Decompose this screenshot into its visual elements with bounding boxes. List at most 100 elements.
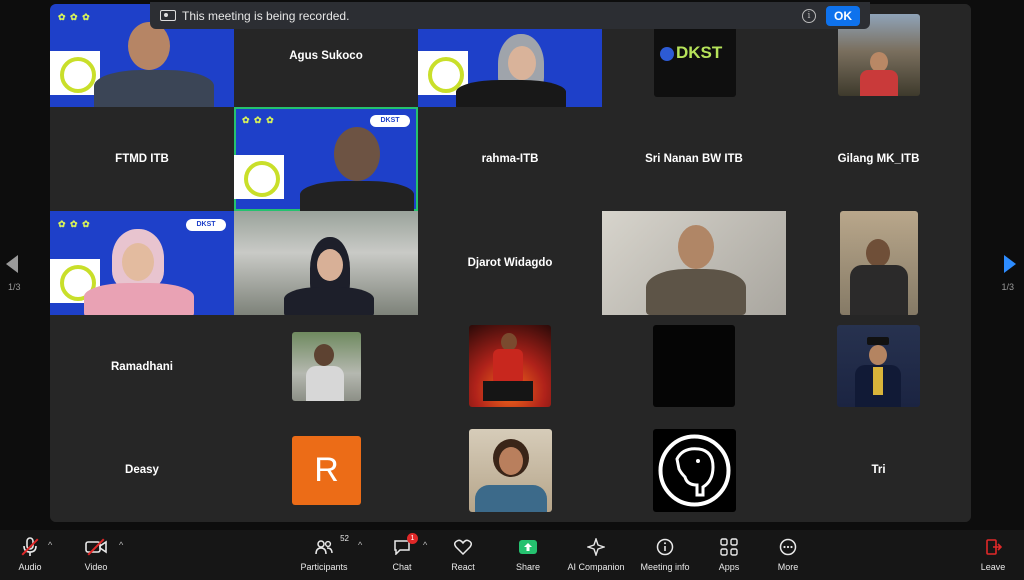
participant-tile-19[interactable] [602,315,786,418]
recording-banner: This meeting is being recorded. i OK [150,2,870,29]
audio-label: Audio [18,562,42,572]
react-button[interactable]: React [433,536,493,572]
page-indicator-right: 1/3 [1001,282,1014,292]
ring-logo-icon [234,155,284,199]
video-button[interactable]: Video [66,536,126,572]
react-label: React [451,562,475,572]
apps-icon [720,536,738,558]
video-options-caret-icon[interactable]: ^ [119,540,123,550]
more-label: More [777,562,799,572]
zoom-meeting-window: ✿ ✿ ✿ Agus Sukoco DKST FTMD ITB ✿ ✿ ✿ DK… [0,0,1024,580]
blank-avatar [653,325,735,407]
meeting-toolbar: Audio ^ Video ^ 52 Participants ^ 1 Chat [0,530,1024,580]
ok-button[interactable]: OK [826,5,860,26]
participant-tile-deasy[interactable]: Deasy [50,418,234,522]
participant-name: Deasy [125,464,159,476]
participant-tile-rahma[interactable]: rahma-ITB [418,107,602,211]
leave-label: Leave [980,562,1006,572]
letter-avatar: R [292,436,361,505]
participant-name: Agus Sukoco [289,49,363,62]
profile-photo [469,429,552,512]
participant-name: Gilang MK_ITB [837,153,920,165]
share-screen-icon [519,536,537,558]
participant-name: Tri [871,464,886,476]
video-label: Video [84,562,108,572]
ring-logo-icon [50,51,100,95]
info-icon[interactable]: i [802,8,816,23]
info-circle-icon [656,536,674,558]
leave-icon [984,536,1002,558]
apps-button[interactable]: Apps [699,536,759,572]
chat-badge: 1 [407,533,418,544]
meeting-info-button[interactable]: Meeting info [635,536,695,572]
participant-tile-gilang[interactable]: Gilang MK_ITB [786,107,971,211]
participant-tile-18[interactable] [418,315,602,418]
apps-label: Apps [718,562,740,572]
more-button[interactable]: More [758,536,818,572]
ai-companion-label: AI Companion [567,562,625,572]
share-label: Share [515,562,541,572]
heart-icon [454,536,472,558]
participant-video [284,237,374,315]
participant-tile-ramadhani[interactable]: Ramadhani [50,315,234,418]
participant-tile-20[interactable] [786,315,971,418]
audio-options-caret-icon[interactable]: ^ [48,540,52,550]
avatar-letter: R [314,451,339,489]
participant-tile-23[interactable] [418,418,602,522]
page-indicator-left: 1/3 [8,282,21,292]
next-page-arrow-icon[interactable] [1004,255,1016,273]
participant-tile-17[interactable] [234,315,418,418]
profile-photo [292,332,361,401]
dkst-logo-text: DKST [676,43,723,62]
previous-page-arrow-icon[interactable] [6,255,18,273]
dkst-avatar: DKST [654,27,736,97]
video-tile-active-speaker[interactable]: ✿ ✿ ✿ DKST [234,107,418,211]
participant-video [840,211,918,315]
profile-photo [837,325,920,407]
participants-icon: 52 [315,534,349,558]
participant-tile-djarot[interactable]: Djarot Widagdo [418,211,602,315]
participant-gallery: ✿ ✿ ✿ Agus Sukoco DKST FTMD ITB ✿ ✿ ✿ DK… [50,4,971,522]
participant-video [456,30,566,107]
participant-tile-22[interactable]: R [234,418,418,522]
video-tile-14[interactable] [602,211,786,315]
sparkle-icon [587,536,605,558]
participant-video [84,229,194,315]
itb-logo-icon: ✿ ✿ ✿ [242,115,275,125]
chat-options-caret-icon[interactable]: ^ [423,540,427,550]
participants-button[interactable]: 52 Participants [294,534,354,572]
participant-name: Ramadhani [111,360,173,373]
share-button[interactable]: Share [498,536,558,572]
participant-tile-tri[interactable]: Tri [786,418,971,522]
participant-tile-ftmd[interactable]: FTMD ITB [50,107,234,211]
dkst-logo-icon [660,47,674,61]
participant-name: Djarot Widagdo [467,257,553,269]
participant-tile-sri[interactable]: Sri Nanan BW ITB [602,107,786,211]
ai-companion-button[interactable]: AI Companion [566,536,626,572]
video-tile-11[interactable]: ✿ ✿ ✿ DKST [50,211,234,315]
meeting-info-label: Meeting info [640,562,690,572]
participant-name: Sri Nanan BW ITB [645,153,743,165]
itb-logo-icon: ✿ ✿ ✿ [58,12,91,22]
participants-count: 52 [340,534,349,543]
participants-options-caret-icon[interactable]: ^ [358,540,362,550]
video-camera-off-icon [85,536,107,558]
chat-label: Chat [392,562,412,572]
video-tile-15[interactable] [786,211,971,315]
recording-message: This meeting is being recorded. [182,8,350,23]
elephant-logo-icon [658,434,731,507]
recording-icon [160,10,176,21]
microphone-muted-icon [21,536,39,558]
participant-name: FTMD ITB [115,153,169,165]
more-dots-icon [779,536,797,558]
participants-label: Participants [300,562,348,572]
leave-button[interactable]: Leave [963,536,1023,572]
logo-avatar [653,429,736,512]
participant-video [646,223,746,315]
participant-name: rahma-ITB [481,153,539,165]
participant-video [294,121,414,211]
participant-tile-24[interactable] [602,418,786,522]
video-tile-12[interactable] [234,211,418,315]
profile-photo [469,325,551,407]
participant-video [94,16,214,107]
